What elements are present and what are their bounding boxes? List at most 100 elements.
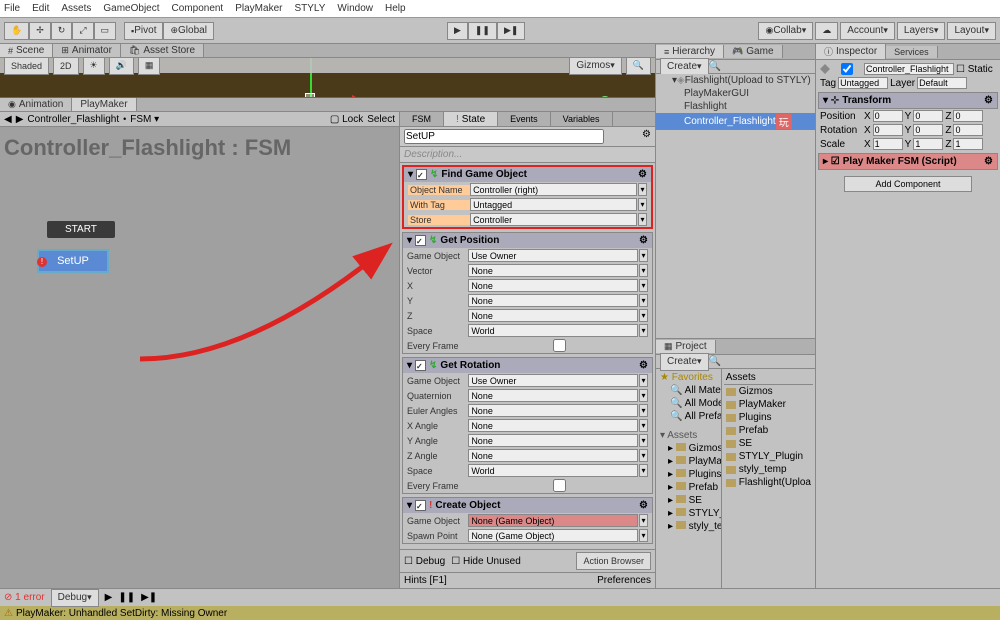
tab-animator[interactable]: ⊞ Animator (53, 44, 121, 57)
field-z[interactable]: Z▾ (403, 308, 652, 323)
pm-pause[interactable]: ❚❚ (118, 592, 135, 603)
state-node-setup[interactable]: SetUP (37, 249, 109, 273)
rot-y[interactable] (913, 124, 943, 136)
tab-events[interactable]: Events (498, 112, 551, 126)
shaded-dropdown[interactable]: Shaded (4, 58, 49, 75)
global-button[interactable]: ⊕ Global (163, 22, 213, 40)
tool-rect[interactable]: ▭ (94, 22, 117, 40)
project-item[interactable]: styly_temp (724, 463, 813, 476)
scale-y[interactable] (913, 138, 943, 150)
action-browser-button[interactable]: Action Browser (576, 552, 651, 570)
hierarchy-search-icon[interactable]: 🔍 (709, 61, 721, 72)
hierarchy-create[interactable]: Create ▾ (660, 58, 709, 76)
pm-back[interactable]: ◀ (4, 114, 12, 125)
tab-variables[interactable]: Variables (551, 112, 613, 126)
gameobject-icon[interactable] (820, 64, 830, 74)
mode-2d[interactable]: 2D (53, 58, 79, 75)
pm-play[interactable]: ▶ (105, 592, 113, 603)
project-item[interactable]: Prefab (724, 424, 813, 437)
gear-icon[interactable] (642, 129, 651, 140)
action-get-position[interactable]: ▾ ↯ Get PositionGame Object▾Vector▾X▾Y▾Z… (402, 232, 653, 354)
field-euler-angles[interactable]: Euler Angles▾ (403, 403, 652, 418)
field-every-frame[interactable]: Every Frame (403, 478, 652, 493)
tab-playmaker[interactable]: PlayMaker (72, 98, 136, 111)
project-item[interactable]: Plugins (724, 411, 813, 424)
tree-folder[interactable]: ▸ PlayMaker (658, 455, 719, 468)
field-game-object[interactable]: Game Object▾ (403, 373, 652, 388)
field-y-angle[interactable]: Y Angle▾ (403, 433, 652, 448)
transform-component[interactable]: ▾ ⊹ Transform (818, 92, 998, 109)
pm-step[interactable]: ▶❚ (141, 592, 157, 603)
pos-z[interactable] (953, 110, 983, 122)
tab-hierarchy[interactable]: ≡ Hierarchy (656, 45, 724, 58)
project-item[interactable]: SE (724, 437, 813, 450)
project-search-icon[interactable]: 🔍 (709, 356, 721, 367)
action-find-game-object[interactable]: ▾ ↯ Find Game ObjectObject Name▾With Tag… (402, 165, 653, 229)
state-name-field[interactable] (404, 129, 604, 144)
layer-dropdown[interactable] (917, 77, 967, 89)
field-vector[interactable]: Vector▾ (403, 263, 652, 278)
tab-state[interactable]: ! State (444, 112, 498, 126)
error-count[interactable]: ⊘ 1 error (4, 592, 45, 603)
active-checkbox[interactable] (832, 63, 862, 75)
project-item[interactable]: Flashlight(Uploa (724, 476, 813, 489)
field-quaternion[interactable]: Quaternion▾ (403, 388, 652, 403)
tool-hand[interactable]: ✋ (4, 22, 29, 40)
breadcrumb-assets[interactable]: Assets (724, 371, 813, 385)
pm-fsm-dropdown[interactable]: FSM ▾ (130, 114, 159, 125)
rot-x[interactable] (873, 124, 903, 136)
hide-unused-check[interactable]: ☐ Hide Unused (451, 556, 521, 567)
tab-project[interactable]: ▦ Project (656, 340, 716, 353)
tab-inspector[interactable]: ⓘ Inspector (816, 44, 886, 59)
tag-dropdown[interactable] (838, 77, 888, 89)
project-item[interactable]: Gizmos (724, 385, 813, 398)
hierarchy-item[interactable]: PlayMakerGUI (656, 87, 815, 100)
project-item[interactable]: STYLY_Plugin (724, 450, 813, 463)
tree-folder[interactable]: ▸ SE (658, 494, 719, 507)
favorite-item[interactable]: 🔍 All Models (658, 397, 719, 410)
menu-assets[interactable]: Assets (61, 3, 91, 14)
pos-x[interactable] (873, 110, 903, 122)
search-icon[interactable]: 🔍 (626, 58, 651, 75)
pm-breadcrumb[interactable]: Controller_Flashlight (27, 114, 119, 125)
pause-button[interactable]: ❚❚ (468, 22, 497, 40)
play-button[interactable]: ▶ (447, 22, 468, 40)
menu-file[interactable]: File (4, 3, 20, 14)
hierarchy-item[interactable]: Flashlight (656, 100, 815, 113)
tab-game[interactable]: 🎮 Game (724, 45, 782, 58)
field-game-object[interactable]: Game Object▾ (403, 248, 652, 263)
field-space[interactable]: Space▾ (403, 323, 652, 338)
menu-playmaker[interactable]: PlayMaker (235, 3, 282, 14)
tool-rotate[interactable]: ↻ (51, 22, 73, 40)
tab-animation[interactable]: ◉ Animation (0, 98, 72, 111)
tree-folder[interactable]: ▸ STYLY_Plugin (658, 507, 719, 520)
static-checkbox[interactable]: ☐ Static (956, 64, 993, 75)
step-button[interactable]: ▶❚ (497, 22, 525, 40)
collab-button[interactable]: ◉ Collab ▾ (758, 22, 813, 40)
fsm-component[interactable]: ▸ ☑ Play Maker FSM (Script) (818, 153, 998, 170)
tree-folder[interactable]: ▸ styly_temp (658, 520, 719, 533)
field-spawn-point[interactable]: Spawn Point▾ (403, 528, 652, 543)
pm-fwd[interactable]: ▶ (16, 114, 24, 125)
fsm-canvas[interactable]: START SetUP (0, 169, 399, 499)
project-create[interactable]: Create ▾ (660, 353, 709, 371)
field-game-object[interactable]: Game Object▾ (403, 513, 652, 528)
hierarchy-item[interactable]: Controller_Flashlight 玩 (656, 113, 815, 130)
menu-styly[interactable]: STYLY (294, 3, 325, 14)
gizmos-dropdown[interactable]: Gizmos ▾ (569, 58, 621, 75)
hints-label[interactable]: Hints [F1] (404, 575, 447, 586)
rot-z[interactable] (953, 124, 983, 136)
field-every-frame[interactable]: Every Frame (403, 338, 652, 353)
menu-component[interactable]: Component (172, 3, 224, 14)
action-get-rotation[interactable]: ▾ ↯ Get RotationGame Object▾Quaternion▾E… (402, 357, 653, 494)
menu-gameobject[interactable]: GameObject (103, 3, 159, 14)
field-space[interactable]: Space▾ (403, 463, 652, 478)
hierarchy-list[interactable]: ▾ ◈ Flashlight(Upload to STYLY)PlayMaker… (656, 74, 815, 338)
tab-services[interactable]: Services (886, 46, 938, 58)
action-create-object[interactable]: ▾ ! Create ObjectGame Object▾Spawn Point… (402, 497, 653, 544)
field-x[interactable]: X▾ (403, 278, 652, 293)
description-field[interactable]: Description... (400, 147, 655, 163)
preferences-link[interactable]: Preferences (597, 575, 651, 586)
pivot-button[interactable]: ▪ Pivot (124, 22, 163, 40)
project-list[interactable]: Assets Gizmos PlayMaker Plugins Prefab S… (722, 369, 815, 588)
